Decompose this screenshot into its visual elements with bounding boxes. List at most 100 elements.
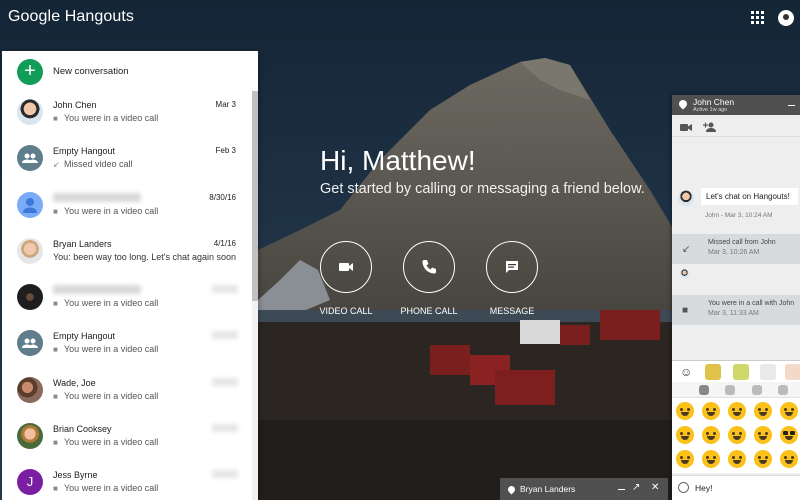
emoji-grid: [672, 398, 800, 473]
emoji-icon[interactable]: [702, 402, 720, 420]
emoji-icon[interactable]: [754, 450, 772, 468]
video-call-label[interactable]: VIDEO CALL: [306, 306, 386, 316]
video-icon: ■: [53, 391, 58, 401]
close-icon[interactable]: ✕: [651, 482, 659, 493]
emoji-icon[interactable]: [702, 450, 720, 468]
video-icon: ■: [53, 484, 58, 494]
conversation-item[interactable]: John Chen Mar 3 ■ You were in a video cal…: [2, 91, 258, 137]
conversation-name: Bryan Landers: [53, 238, 112, 249]
sticker-icon[interactable]: [760, 364, 776, 380]
video-call-icon[interactable]: [680, 123, 693, 132]
chat-contact-status: Active 1w ago: [693, 107, 728, 113]
group-avatar: [17, 330, 43, 357]
avatar: [17, 423, 43, 450]
conversation-item[interactable]: Empty Hangout Feb 3 ↙ Missed video call: [2, 137, 258, 183]
emoji-tab-objects-icon[interactable]: [725, 385, 735, 395]
emoji-icon[interactable]: [676, 450, 694, 468]
phone-icon: [422, 260, 436, 274]
emoji-icon[interactable]: [780, 450, 798, 468]
phone-call-button[interactable]: [403, 241, 455, 293]
popout-icon[interactable]: ↗: [632, 482, 640, 493]
conversation-preview-text: You were in a video call: [64, 298, 159, 309]
conversation-item[interactable]: J Jess Byrne ■ You were in a video call: [2, 461, 258, 500]
conversation-date: 4/1/16: [213, 238, 236, 248]
chat-input-bar: Hey!: [672, 475, 800, 500]
sticker-bar: ☺: [672, 360, 800, 382]
conversation-item[interactable]: Bryan Landers 4/1/16 You: been way too l…: [2, 230, 258, 276]
mini-chat-name: Bryan Landers: [520, 484, 576, 494]
conversation-list-scrollbar[interactable]: [252, 91, 258, 500]
conversation-item[interactable]: Brian Cooksey ■ You were in a video call: [2, 415, 258, 461]
emoji-icon[interactable]: [754, 402, 772, 420]
emoji-tab-smileys-icon[interactable]: [699, 385, 709, 395]
emoji-icon[interactable]: [676, 402, 694, 420]
avatar: [680, 269, 689, 278]
add-person-icon[interactable]: [703, 121, 717, 133]
conversation-preview: ■ You were in a video call: [53, 391, 239, 401]
scrollbar-thumb[interactable]: [252, 91, 258, 301]
video-icon: ■: [53, 206, 58, 216]
emoji-icon[interactable]: [702, 426, 720, 444]
emoji-icon[interactable]: [728, 402, 746, 420]
conversation-preview: ■ You were in a video call: [53, 483, 239, 493]
greeting-title: Hi, Matthew!: [320, 145, 476, 176]
conversation-item[interactable]: ■ You were in a video call: [2, 276, 258, 322]
video-call-button[interactable]: [320, 241, 372, 293]
emoji-icon[interactable]: [754, 426, 772, 444]
avatar: [678, 190, 694, 206]
conversation-name: Empty Hangout: [53, 146, 116, 157]
minimize-icon[interactable]: [618, 489, 625, 490]
chat-window: John Chen Active 1w ago Let's chat on Ha…: [672, 95, 800, 500]
conversation-preview: ■ You were in a video call: [53, 113, 239, 123]
group-avatar: [17, 145, 43, 172]
new-conversation-button[interactable]: + New conversation: [2, 51, 258, 91]
avatar: [17, 376, 43, 403]
redacted-name: [53, 192, 141, 202]
conversation-name: John Chen: [53, 100, 97, 110]
message-label[interactable]: MESSAGE: [472, 306, 552, 316]
event-title: You were in a call with John: [708, 300, 795, 307]
minimize-icon[interactable]: [788, 105, 795, 106]
conversation-item[interactable]: Wade, Joe ■ You were in a video call: [2, 369, 258, 415]
apps-grid-icon[interactable]: [751, 11, 765, 25]
default-person-avatar: [17, 191, 43, 218]
conversation-preview-text: You were in a video call: [64, 205, 159, 216]
emoji-icon[interactable]: [728, 450, 746, 468]
conversation-name: Empty Hangout: [53, 331, 116, 342]
message-input[interactable]: Hey!: [695, 483, 712, 493]
emoji-tab-settings-icon[interactable]: [752, 385, 762, 395]
emoji-icon[interactable]: [728, 426, 746, 444]
chat-header[interactable]: John Chen Active 1w ago: [672, 95, 800, 115]
account-avatar-icon[interactable]: [778, 10, 794, 26]
conversation-date: Mar 3: [215, 100, 236, 109]
sticker-icon[interactable]: [733, 364, 749, 380]
emoji-tab-vehicles-icon[interactable]: [778, 385, 788, 395]
video-icon: ■: [53, 299, 58, 309]
group-icon: [22, 153, 38, 164]
avatar: [17, 284, 43, 311]
emoji-picker-icon[interactable]: ☺: [680, 365, 692, 379]
sticker-icon[interactable]: [705, 364, 721, 380]
message-bubble: Let's chat on Hangouts!: [701, 188, 798, 205]
message-button[interactable]: [486, 241, 538, 293]
conversation-preview: ■ You were in a video call: [53, 298, 239, 308]
conversation-preview-text: You were in a video call: [64, 483, 159, 494]
emoji-toggle-icon[interactable]: [678, 482, 689, 493]
phone-call-label[interactable]: PHONE CALL: [389, 306, 469, 316]
new-conversation-label: New conversation: [53, 66, 129, 77]
conversation-preview-text: Missed video call: [64, 159, 133, 170]
redacted-date: [212, 470, 238, 479]
avatar: [17, 237, 43, 264]
redacted-name: [53, 285, 141, 295]
missed-call-icon: ↙: [682, 244, 691, 255]
emoji-icon[interactable]: [676, 426, 694, 444]
minimized-chat[interactable]: Bryan Landers ↗ ✕: [500, 478, 668, 500]
emoji-icon[interactable]: [780, 402, 798, 420]
conversation-name: Jess Byrne: [53, 470, 98, 481]
conversation-item[interactable]: Empty Hangout ■ You were in a video call: [2, 322, 258, 368]
redacted-date: [212, 331, 238, 340]
sticker-icon[interactable]: [785, 364, 800, 380]
conversation-item[interactable]: 8/30/16 ■ You were in a video call: [2, 184, 258, 230]
conversation-date: Feb 3: [215, 146, 236, 156]
sunglasses-emoji-icon[interactable]: [780, 426, 798, 444]
